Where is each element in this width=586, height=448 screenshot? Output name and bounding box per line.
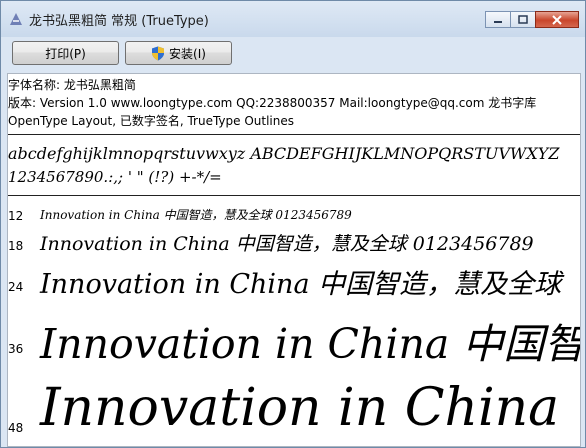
font-info: 字体名称: 龙书弘黑粗简 版本: Version 1.0 www.loongty… [8,74,580,130]
font-preview-pane[interactable]: 字体名称: 龙书弘黑粗简 版本: Version 1.0 www.loongty… [7,73,581,447]
sample-text-36: Innovation in China 中国智造 [40,320,581,368]
install-button-label: 安装(I) [169,46,206,61]
size-label-12: 12 [8,209,24,223]
size-label-48: 48 [8,421,24,435]
title-bar[interactable]: 龙书弘黑粗简 常规 (TrueType) [1,1,585,37]
print-button-label: 打印(P) [45,46,86,61]
size-label-36: 36 [8,342,24,356]
toolbar: 打印(P) 安装(I) [1,37,585,70]
divider-top [8,134,580,135]
print-button[interactable]: 打印(P) [12,41,119,65]
sample-text-48: Innovation in China [40,378,560,438]
maximize-button[interactable] [510,11,536,28]
charset-line-1: abcdefghijklmnopqrstuvwxyz ABCDEFGHIJKLM… [8,144,560,163]
close-button[interactable] [535,11,579,28]
sample-text-18: Innovation in China 中国智造，慧及全球 0123456789 [40,233,534,255]
charset-line-2: 1234567890.:,; ' " (!?) +-*/= [8,168,222,186]
font-name-line: 字体名称: 龙书弘黑粗简 [8,78,136,92]
size-label-18: 18 [8,239,24,253]
font-features-line: OpenType Layout, 已数字签名, TrueType Outline… [8,114,295,128]
sample-text-24: Innovation in China 中国智造，慧及全球 [40,269,562,300]
font-viewer-window: 龙书弘黑粗简 常规 (TrueType) 打印(P) 安装(I) 字体名称: 龙… [0,0,586,448]
sample-text-12: Innovation in China 中国智造，慧及全球 0123456789 [40,208,352,222]
divider-bottom [8,195,580,196]
font-version-line: 版本: Version 1.0 www.loongtype.com QQ:223… [8,96,537,110]
size-label-24: 24 [8,280,24,294]
uac-shield-icon [152,46,165,60]
caption-buttons [485,11,579,29]
minimize-icon [494,20,502,23]
minimize-button[interactable] [485,11,511,28]
font-app-icon [10,13,22,25]
install-button[interactable]: 安装(I) [125,41,232,65]
close-icon [552,14,562,25]
maximize-icon [518,15,528,24]
window-title: 龙书弘黑粗简 常规 (TrueType) [29,14,209,29]
